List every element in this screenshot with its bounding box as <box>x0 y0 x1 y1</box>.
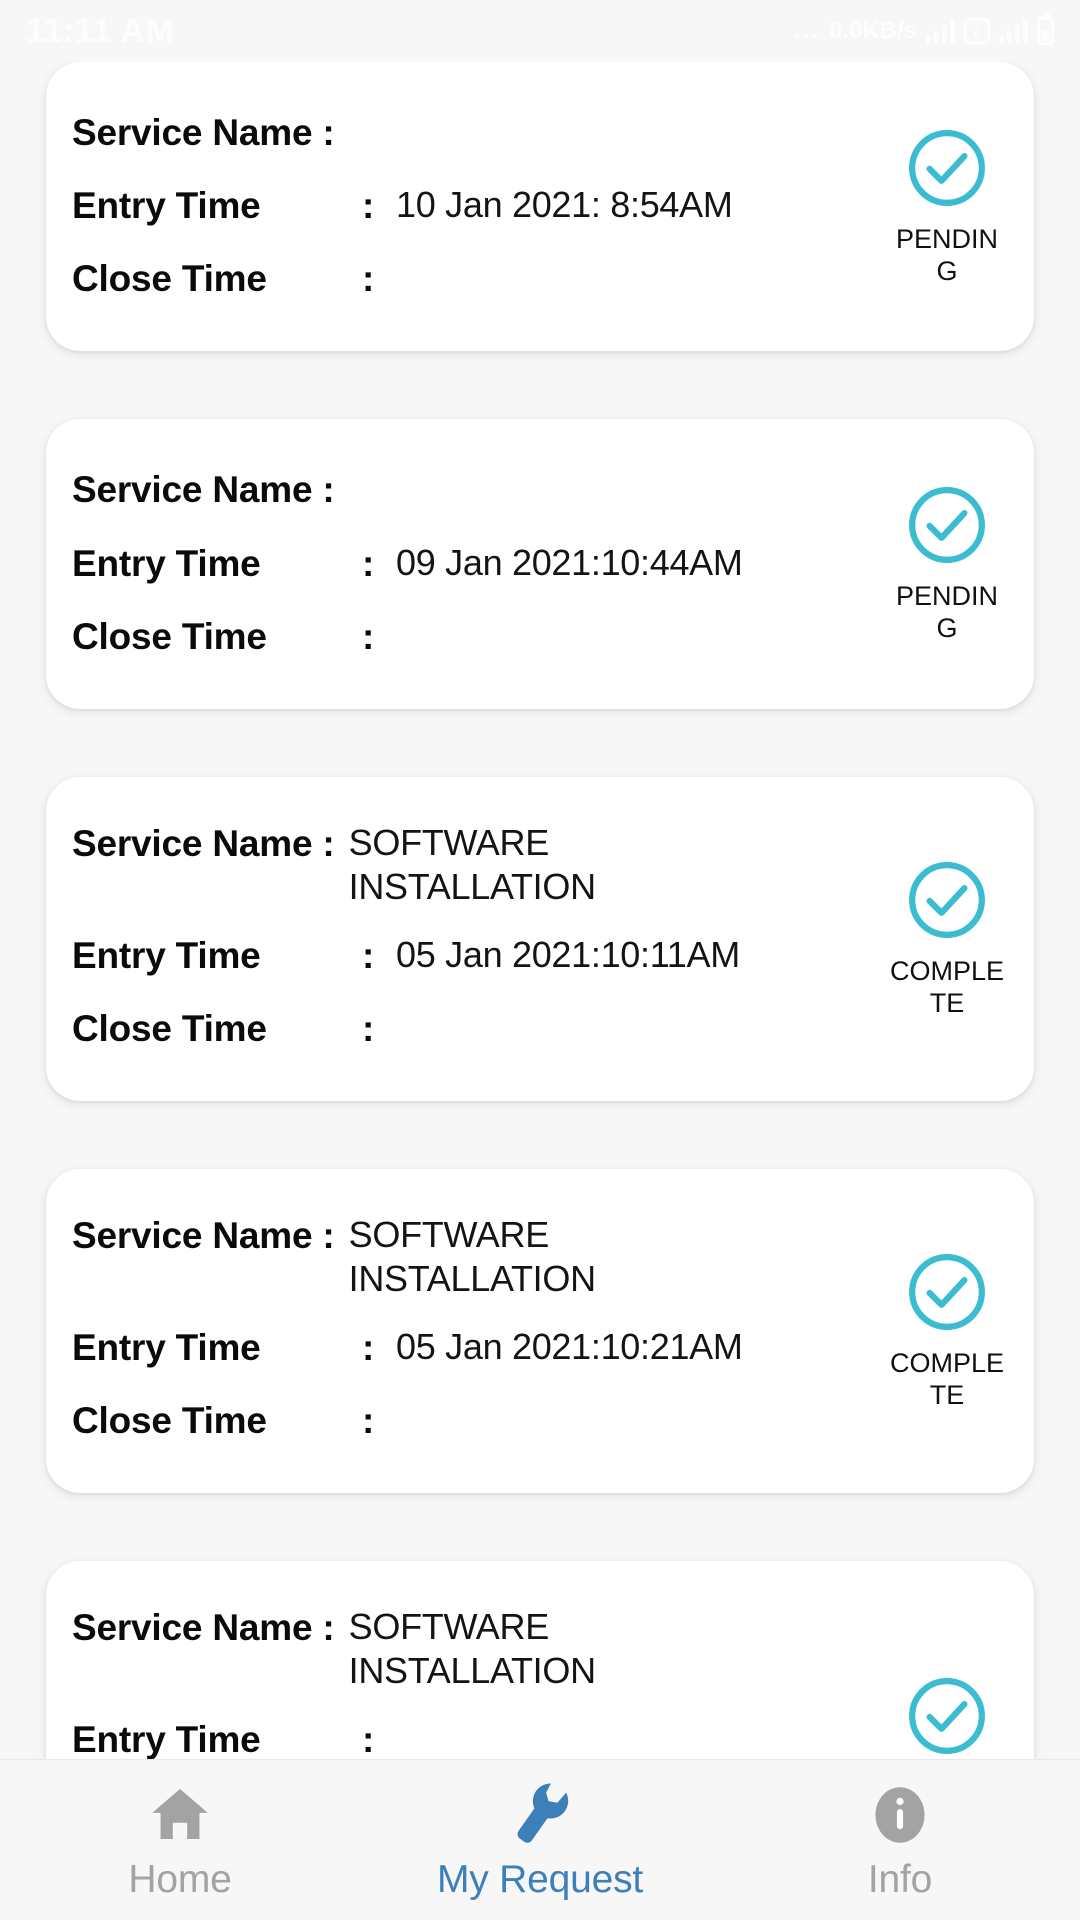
request-card[interactable]: Service Name : SOFTWARE INSTALLATION Ent… <box>46 776 1034 1101</box>
notification-dots-icon: ... <box>793 17 820 44</box>
request-card[interactable]: Service Name : SOFTWARE INSTALLATION Ent… <box>46 1560 1034 1759</box>
service-name-row: Service Name : SOFTWARE INSTALLATION <box>72 1605 866 1693</box>
close-time-label: Close Time <box>72 615 267 657</box>
check-circle-icon <box>909 129 985 206</box>
nav-item-my-request-label: My Request <box>436 1858 644 1901</box>
nav-item-home-label: Home <box>128 1858 232 1901</box>
service-name-label: Service Name <box>72 822 313 864</box>
close-time-colon: : <box>362 258 375 300</box>
service-name-label: Service Name <box>72 112 313 153</box>
status-bar-icons: ... 0.0KB/s 2 <box>793 13 1054 45</box>
entry-time-value: 10 Jan 2021: 8:54AM <box>396 184 733 226</box>
request-status-badge: COMPLETE <box>866 1203 1034 1457</box>
service-name-value: SOFTWARE INSTALLATION <box>348 1605 596 1691</box>
bottom-navigation-bar: Home My Request Info <box>0 1759 1080 1920</box>
nav-item-info[interactable]: Info <box>720 1760 1080 1920</box>
check-circle-icon <box>909 861 985 938</box>
status-bar-clock: 11:11 AM <box>26 11 175 50</box>
entry-time-value: 09 Jan 2021:10:44AM <box>396 541 743 583</box>
service-name-colon: : <box>322 112 335 153</box>
service-name-row: Service Name : SOFTWARE INSTALLATION <box>72 821 866 909</box>
request-status-badge <box>866 1595 1034 1759</box>
entry-time-label: Entry Time <box>72 1326 261 1368</box>
status-badge-label: COMPLETE <box>889 955 1005 1018</box>
service-name-colon: : <box>322 469 335 511</box>
request-card-details: Service Name : Entry Time : 09 Jan 2021:… <box>46 453 866 672</box>
entry-time-colon: : <box>362 1326 375 1368</box>
entry-time-label: Entry Time <box>72 185 261 227</box>
entry-time-colon: : <box>362 542 375 584</box>
close-time-row: Close Time : <box>72 256 866 301</box>
entry-time-label: Entry Time <box>72 542 261 584</box>
battery-icon <box>1037 13 1054 45</box>
close-time-colon: : <box>362 1399 375 1441</box>
status-badge-label: COMPLETE <box>889 1347 1005 1410</box>
entry-time-label: Entry Time <box>72 1718 261 1759</box>
close-time-row: Close Time : <box>72 614 866 659</box>
close-time-label: Close Time <box>72 1007 267 1049</box>
close-time-colon: : <box>362 615 375 657</box>
request-card-details: Service Name : SOFTWARE INSTALLATION Ent… <box>46 1595 866 1759</box>
check-circle-icon <box>909 1677 985 1754</box>
request-card[interactable]: Service Name : Entry Time : 09 Jan 2021:… <box>46 419 1034 709</box>
entry-time-value: 05 Jan 2021:10:21AM <box>396 1325 743 1367</box>
service-name-label: Service Name <box>72 1214 313 1256</box>
service-name-value: SOFTWARE INSTALLATION <box>348 1213 596 1299</box>
wrench-icon <box>508 1778 572 1852</box>
request-card[interactable]: Service Name : SOFTWARE INSTALLATION Ent… <box>46 1168 1034 1493</box>
close-time-colon: : <box>362 1007 375 1049</box>
home-icon <box>146 1778 214 1852</box>
entry-time-label: Entry Time <box>72 934 261 976</box>
close-time-row: Close Time : <box>72 1006 866 1051</box>
request-card-details: Service Name : Entry Time : 10 Jan 2021:… <box>46 96 866 315</box>
nav-item-info-label: Info <box>867 1858 933 1901</box>
service-name-row: Service Name : <box>72 467 866 512</box>
service-name-colon: : <box>322 822 335 864</box>
entry-time-row: Entry Time : 05 Jan 2021:10:11AM <box>72 933 866 978</box>
close-time-label: Close Time <box>72 1399 267 1441</box>
entry-time-colon: : <box>362 185 375 227</box>
service-name-row: Service Name : SOFTWARE INSTALLATION <box>72 1213 866 1301</box>
entry-time-row: Entry Time : 10 Jan 2021: 8:54AM <box>72 183 866 228</box>
status-bar: 11:11 AM ... 0.0KB/s 2 <box>0 0 1080 62</box>
entry-time-value: 05 Jan 2021:10:11AM <box>396 933 740 975</box>
request-card-details: Service Name : SOFTWARE INSTALLATION Ent… <box>46 811 866 1065</box>
close-time-row: Close Time : <box>72 1398 866 1443</box>
info-icon <box>868 1778 932 1852</box>
entry-time-colon: : <box>362 934 375 976</box>
wifi-signal-icon <box>999 18 1028 44</box>
service-name-row: Service Name : <box>72 110 866 155</box>
network-speed-label: 0.0KB/s <box>828 17 917 44</box>
request-status-badge: COMPLETE <box>866 811 1034 1065</box>
nav-item-home[interactable]: Home <box>0 1760 360 1920</box>
sim-card-icon: 2 <box>964 18 990 44</box>
nav-item-my-request[interactable]: My Request <box>360 1760 720 1920</box>
service-name-colon: : <box>322 1606 335 1648</box>
status-badge-label: PENDING <box>895 223 998 286</box>
request-card[interactable]: Service Name : Entry Time : 10 Jan 2021:… <box>46 62 1034 352</box>
entry-time-colon: : <box>362 1718 375 1759</box>
service-name-value: SOFTWARE INSTALLATION <box>348 821 596 907</box>
request-list-scroll[interactable]: Service Name : Entry Time : 10 Jan 2021:… <box>0 62 1080 1759</box>
entry-time-row: Entry Time : 09 Jan 2021:10:44AM <box>72 541 866 586</box>
request-status-badge: PENDING <box>866 96 1034 315</box>
service-name-label: Service Name <box>72 469 313 511</box>
check-circle-icon <box>909 487 985 564</box>
service-name-label: Service Name <box>72 1606 313 1648</box>
entry-time-row: Entry Time : <box>72 1717 866 1759</box>
status-badge-label: PENDING <box>895 581 998 644</box>
service-name-colon: : <box>322 1214 335 1256</box>
check-circle-icon <box>909 1254 985 1330</box>
request-card-details: Service Name : SOFTWARE INSTALLATION Ent… <box>46 1203 866 1457</box>
entry-time-row: Entry Time : 05 Jan 2021:10:21AM <box>72 1325 866 1370</box>
signal-bars-icon <box>926 18 955 44</box>
request-status-badge: PENDING <box>866 453 1034 672</box>
close-time-label: Close Time <box>72 258 267 300</box>
